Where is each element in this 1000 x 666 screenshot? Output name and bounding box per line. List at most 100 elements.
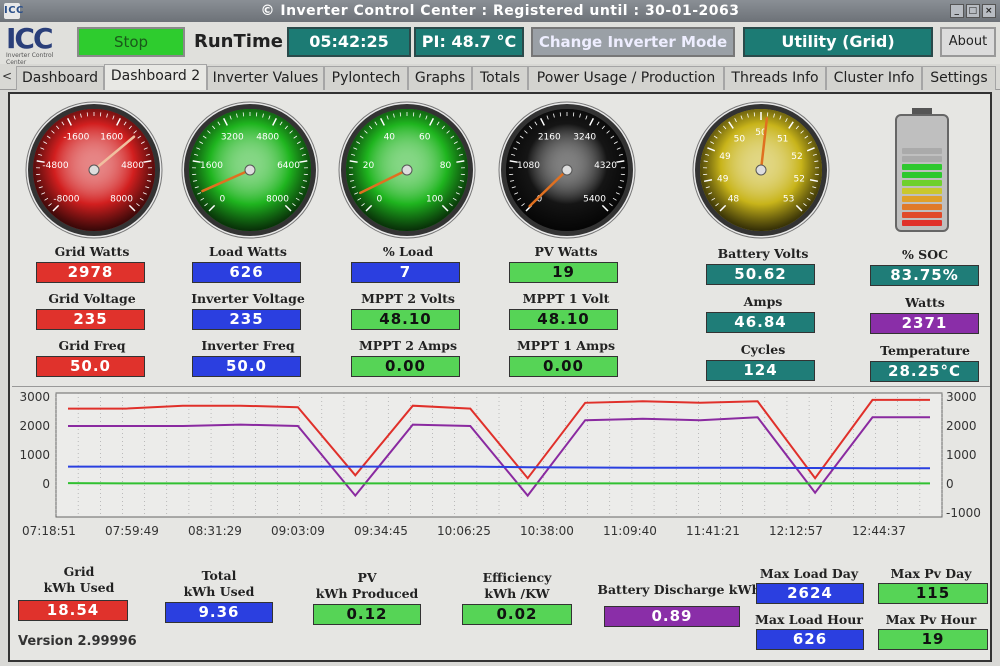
- pv-kwh-label-1: PV: [357, 570, 377, 585]
- max-pv-hour-value: 19: [878, 629, 988, 650]
- dashboard-panel: -8000 -4800 -1600 1600 4800 8000 0 1600 3200 480…: [8, 92, 992, 662]
- chart-x-tick: 12:12:57: [769, 524, 823, 538]
- gauge-tick-label: 8000: [110, 195, 133, 205]
- grid-freq-label: Grid Freq: [58, 338, 126, 353]
- mppt1-amps-value: 0.00: [509, 356, 618, 377]
- icc-logo: ICC Inverter Control Center: [6, 22, 54, 67]
- amps-value: 46.84: [706, 312, 815, 333]
- close-icon[interactable]: ×: [982, 4, 996, 18]
- grid-freq-value: 50.0: [36, 356, 145, 377]
- gauge-tick-label: 40: [384, 132, 396, 142]
- grid-voltage-value: 235: [36, 309, 145, 330]
- inverter-voltage-value: 235: [192, 309, 301, 330]
- gauge-tick-label: 4800: [256, 132, 279, 142]
- chart-x-tick: 08:31:29: [188, 524, 242, 538]
- inverter-voltage-label: Inverter Voltage: [191, 291, 305, 306]
- chart-y-tick-left: 2000: [19, 419, 50, 433]
- maximize-icon[interactable]: □: [966, 4, 980, 18]
- battery-volts-label: Battery Volts: [717, 246, 809, 261]
- chart-y-tick-left: 3000: [19, 390, 50, 404]
- gauge-tick-label: 5400: [583, 195, 606, 205]
- gauge-tick-label: 49: [719, 152, 731, 162]
- tab-power-usage[interactable]: Power Usage / Production: [528, 66, 724, 90]
- battery-discharge-label: Battery Discharge kWh: [597, 582, 761, 597]
- runtime-label: RunTime: [194, 31, 283, 52]
- chart-y-tick-left: 0: [42, 477, 50, 491]
- about-button[interactable]: About: [940, 27, 996, 57]
- mppt2-amps-label: MPPT 2 Amps: [358, 338, 458, 353]
- pv-kwh-value: 0.12: [313, 604, 421, 625]
- runtime-value: 05:42:25: [287, 27, 411, 57]
- gauge-tick-label: 8000: [266, 195, 289, 205]
- power-chart-svg: 3000 2000 1000 0 3000 2000 1000 0 -1000 07:18:51 0…: [19, 390, 980, 538]
- grid-watts-value: 2978: [36, 262, 145, 283]
- gauge-tick-label: 52: [794, 175, 805, 185]
- chart-x-tick: 07:18:51: [22, 524, 76, 538]
- mppt2-amps-value: 0.00: [351, 356, 460, 377]
- soc-label: % SOC: [901, 247, 949, 262]
- tab-cluster-info[interactable]: Cluster Info: [826, 66, 922, 90]
- change-inverter-mode-button[interactable]: Change Inverter Mode: [531, 27, 735, 57]
- app-icon: ICC: [4, 3, 23, 19]
- chart-y-tick-left: 1000: [19, 448, 50, 462]
- max-pv-day-value: 115: [878, 583, 988, 604]
- battery-level-bar: [902, 212, 942, 218]
- chart-x-tick: 07:59:49: [105, 524, 159, 538]
- tab-dashboard[interactable]: Dashboard: [16, 66, 104, 90]
- grid-kwh-label-2: kWh Used: [43, 580, 115, 595]
- chart-x-tick: 11:41:21: [686, 524, 740, 538]
- max-load-day-label: Max Load Day: [759, 566, 859, 581]
- efficiency-label-1: Efficiency: [482, 570, 552, 585]
- battery-level-bar: [902, 196, 942, 202]
- battery-volts-value: 50.62: [706, 264, 815, 285]
- grid-voltage-label: Grid Voltage: [48, 291, 136, 306]
- stop-button[interactable]: Stop: [77, 27, 185, 57]
- minimize-icon[interactable]: _: [950, 4, 964, 18]
- inverter-freq-value: 50.0: [192, 356, 301, 377]
- grid-kwh-value: 18.54: [18, 600, 128, 621]
- battery-soc-icon: [895, 108, 949, 232]
- utility-grid-button[interactable]: Utility (Grid): [743, 27, 933, 57]
- watts-value: 2371: [870, 313, 979, 334]
- grid-watts-label: Grid Watts: [54, 244, 130, 259]
- efficiency-value: 0.02: [462, 604, 572, 625]
- pv-watts-label: PV Watts: [534, 244, 598, 259]
- tab-dashboard-2[interactable]: Dashboard 2: [104, 64, 207, 90]
- gauge-hub: [401, 164, 413, 176]
- gauge-hub: [244, 164, 256, 176]
- tab-bar: < Dashboard Dashboard 2 Inverter Values …: [0, 64, 1000, 90]
- max-load-hour-label: Max Load Hour: [755, 612, 863, 627]
- gauge-tick-label: 0: [377, 195, 383, 205]
- chart-y-tick-right: 3000: [946, 390, 977, 404]
- max-load-hour-value: 626: [756, 629, 864, 650]
- battery-level-bar: [902, 156, 942, 162]
- battery-volts-gauge: 484949505051525253: [692, 101, 830, 239]
- max-pv-hour-label: Max Pv Hour: [885, 612, 977, 627]
- gauge-tick-label: 80: [440, 161, 452, 171]
- mppt1-volt-value: 48.10: [509, 309, 618, 330]
- battery-discharge-value: 0.89: [604, 606, 740, 627]
- chart-x-tick: 11:09:40: [603, 524, 657, 538]
- mppt1-volt-label: MPPT 1 Volt: [522, 291, 610, 306]
- load-watts-value: 626: [192, 262, 301, 283]
- tab-settings[interactable]: Settings: [922, 66, 996, 90]
- tab-totals[interactable]: Totals: [472, 66, 528, 90]
- gauge-tick-label: 0: [220, 195, 226, 205]
- power-chart: 3000 2000 1000 0 3000 2000 1000 0 -1000 07:18:51 0…: [12, 386, 990, 546]
- gauge-tick-label: 3200: [221, 132, 244, 142]
- amps-label: Amps: [743, 294, 783, 309]
- cycles-label: Cycles: [740, 342, 786, 357]
- tab-pylontech[interactable]: Pylontech: [324, 66, 408, 90]
- cycles-value: 124: [706, 360, 815, 381]
- tab-scroll-left-icon[interactable]: <: [2, 69, 12, 83]
- gauge-tick-label: 4800: [121, 161, 144, 171]
- efficiency-label-2: kWh /KW: [484, 586, 550, 601]
- chart-y-tick-right: 2000: [946, 419, 977, 433]
- inverter-freq-label: Inverter Freq: [201, 338, 295, 353]
- grid-watts-gauge: -8000 -4800 -1600 1600 4800 8000: [25, 101, 163, 239]
- max-pv-day-label: Max Pv Day: [890, 566, 972, 581]
- tab-inverter-values[interactable]: Inverter Values: [207, 66, 324, 90]
- pv-kwh-label-2: kWh Produced: [315, 586, 419, 601]
- tab-threads-info[interactable]: Threads Info: [724, 66, 826, 90]
- tab-graphs[interactable]: Graphs: [408, 66, 472, 90]
